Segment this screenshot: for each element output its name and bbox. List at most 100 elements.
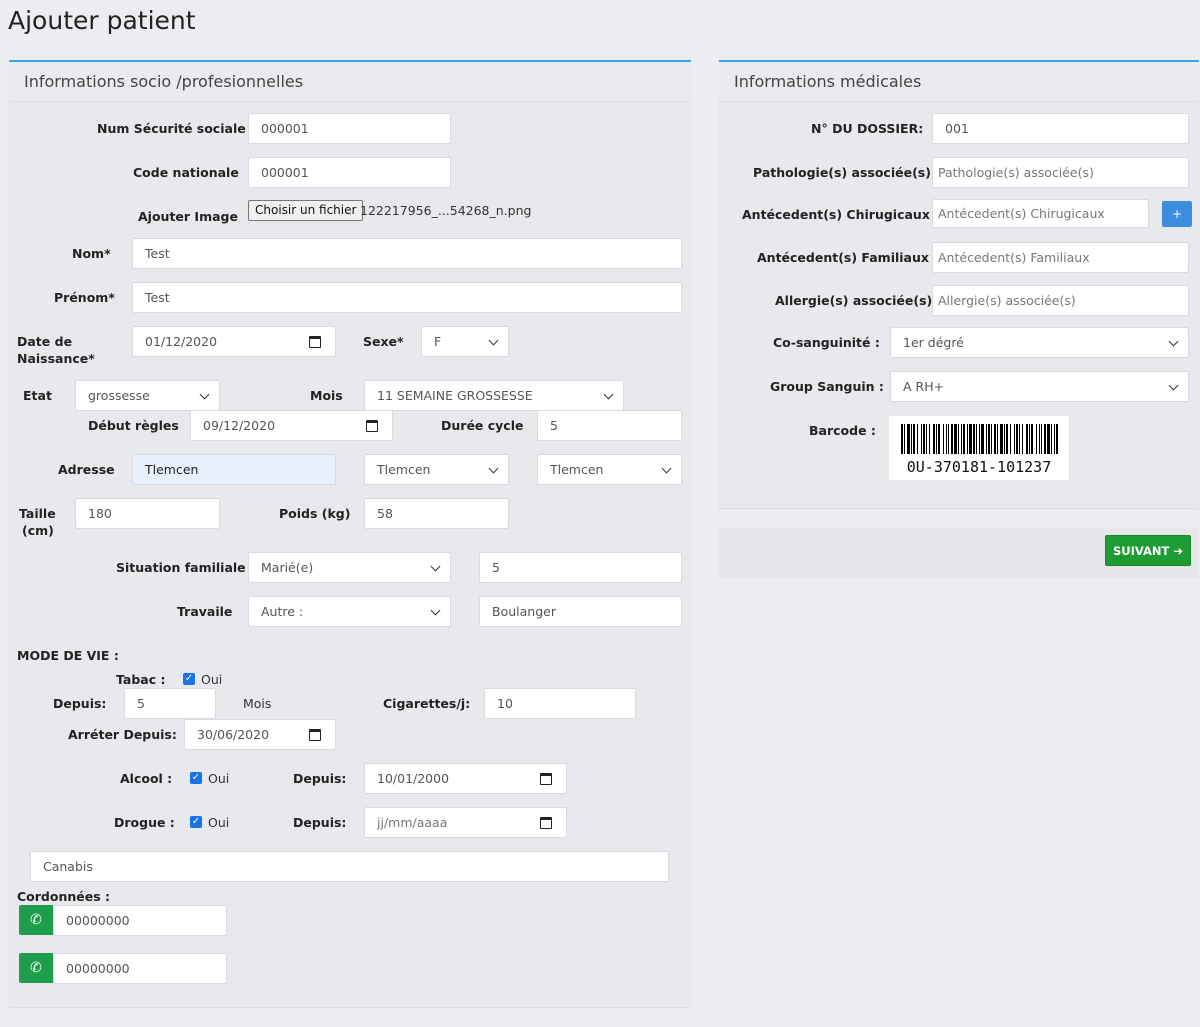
travail-label: Travaile — [177, 604, 233, 619]
dob-input[interactable]: 01/12/2020 — [132, 326, 336, 357]
barcode: 0U-370181-101237 — [889, 416, 1069, 480]
sexe-select[interactable]: F — [421, 326, 509, 357]
tabac-depuis-label: Depuis: — [53, 696, 107, 711]
mode-vie-heading: MODE DE VIE : — [17, 648, 119, 663]
barcode-bar — [1036, 424, 1037, 454]
suivant-label: SUIVANT — [1112, 544, 1170, 558]
enfants-input[interactable]: 5 — [479, 552, 682, 583]
tabac-checkbox[interactable]: ✓ — [183, 673, 195, 685]
tabac-mois-unit: Mois — [243, 696, 272, 711]
pathologie-label: Pathologie(s) associée(s) : — [753, 165, 941, 180]
barcode-bar — [1056, 424, 1058, 454]
calendar-icon[interactable] — [540, 773, 552, 785]
alcool-checkbox[interactable]: ✓ — [190, 772, 202, 784]
nom-input[interactable]: Test — [132, 238, 682, 269]
etat-select[interactable]: grossesse — [75, 380, 220, 411]
drogue-type-input[interactable]: Canabis — [30, 851, 669, 882]
drogue-checkbox[interactable]: ✓ — [190, 816, 202, 828]
calendar-icon[interactable] — [540, 817, 552, 829]
barcode-bar — [943, 424, 944, 454]
dob-label-line2: Naissance* — [17, 351, 95, 366]
allergie-label: Allergie(s) associée(s): — [775, 293, 938, 308]
situation-select[interactable]: Marié(e) — [248, 552, 451, 583]
taille-input[interactable]: 180 — [75, 498, 220, 529]
barcode-bar — [997, 424, 998, 454]
barcode-bar — [994, 424, 996, 454]
choose-file-button[interactable]: Choisir un fichier — [248, 200, 364, 221]
barcode-bar — [1031, 424, 1033, 454]
image-label: Ajouter Image — [138, 209, 238, 224]
drogue-label: Drogue : — [114, 815, 175, 830]
dossier-input[interactable]: 001 — [932, 113, 1189, 144]
barcode-bar — [913, 424, 915, 454]
suivant-button[interactable]: SUIVANT ➔ — [1105, 535, 1191, 566]
barcode-label: Barcode : — [809, 423, 876, 438]
barcode-bar — [938, 424, 940, 454]
barcode-bar — [923, 424, 925, 454]
tabac-depuis-input[interactable]: 5 — [124, 688, 216, 719]
dob-value: 01/12/2020 — [145, 334, 218, 349]
barcode-bar — [946, 424, 947, 454]
consanguinite-label: Co-sanguinité : — [773, 335, 880, 350]
cigarettes-input[interactable]: 10 — [484, 688, 636, 719]
debut-regles-input[interactable]: 09/12/2020 — [190, 410, 393, 441]
barcode-bar — [1026, 424, 1028, 454]
poids-input[interactable]: 58 — [364, 498, 509, 529]
consanguinite-select[interactable]: 1er dégré — [890, 327, 1189, 358]
pathologie-input[interactable]: Pathologie(s) associée(s) — [932, 157, 1189, 188]
phone1-input[interactable]: 00000000 — [53, 905, 227, 936]
barcode-bar — [991, 424, 992, 454]
travail-select[interactable]: Autre : — [248, 596, 451, 627]
barcode-bar — [917, 424, 918, 454]
barcode-bar — [954, 424, 957, 454]
barcode-bar — [1014, 424, 1015, 454]
barcode-bar — [969, 424, 972, 454]
socio-card-header: Informations socio /profesionnelles — [9, 62, 691, 102]
dob-label-line1: Date de — [17, 334, 73, 349]
add-chirurgical-button[interactable]: + — [1162, 201, 1192, 227]
chirurgicaux-input[interactable]: Antécedent(s) Chirugicaux — [932, 199, 1149, 228]
barcode-bar — [904, 424, 905, 454]
groupe-select[interactable]: A RH+ — [890, 371, 1189, 402]
allergie-input[interactable]: Allergie(s) associée(s) — [932, 285, 1189, 316]
alcool-depuis-value: 10/01/2000 — [377, 771, 450, 786]
barcode-bar — [958, 424, 959, 454]
barcode-bar — [907, 424, 910, 454]
calendar-icon[interactable] — [309, 729, 321, 741]
debut-regles-value: 09/12/2020 — [203, 418, 276, 433]
familiaux-input[interactable]: Antécedent(s) Familiaux — [932, 242, 1189, 273]
calendar-icon[interactable] — [309, 336, 321, 348]
duree-cycle-input[interactable]: 5 — [537, 410, 682, 441]
barcode-bar — [1047, 424, 1050, 454]
arreter-input[interactable]: 30/06/2020 — [184, 719, 336, 750]
num-secu-input[interactable]: 000001 — [248, 113, 451, 144]
wilaya-select[interactable]: Tlemcen — [364, 454, 509, 485]
adresse-input[interactable]: Tlemcen — [132, 454, 336, 485]
prenom-input[interactable]: Test — [132, 282, 682, 313]
tabac-label: Tabac : — [116, 672, 166, 687]
barcode-bar — [911, 424, 912, 454]
alcool-label: Alcool : — [120, 771, 173, 786]
adresse-label: Adresse — [58, 462, 115, 477]
barcode-bar — [988, 424, 990, 454]
calendar-icon[interactable] — [366, 420, 378, 432]
alcool-depuis-input[interactable]: 10/01/2000 — [364, 763, 567, 794]
phone2-input[interactable]: 00000000 — [53, 953, 227, 984]
metier-input[interactable]: Boulanger — [479, 596, 682, 627]
barcode-bar — [1006, 424, 1008, 454]
num-secu-label: Num Sécurité sociale — [97, 121, 246, 136]
barcode-bar — [1044, 424, 1046, 454]
phone-icon[interactable]: ✆ — [19, 905, 53, 935]
situation-label: Situation familiale — [116, 560, 246, 575]
alcool-depuis-label: Depuis: — [293, 771, 347, 786]
mois-select[interactable]: 11 SEMAINE GROSSESSE — [364, 380, 624, 411]
code-nat-input[interactable]: 000001 — [248, 157, 451, 188]
phone-icon[interactable]: ✆ — [19, 953, 53, 983]
commune-select[interactable]: Tlemcen — [537, 454, 682, 485]
barcode-bar — [1016, 424, 1018, 454]
drogue-depuis-input[interactable]: jj/mm/aaaa — [364, 807, 567, 838]
drogue-oui-label: Oui — [208, 815, 230, 830]
barcode-bar — [981, 424, 984, 454]
medical-card-header: Informations médicales — [719, 62, 1199, 102]
familiaux-label: Antécedent(s) Familiaux : — [757, 250, 939, 265]
